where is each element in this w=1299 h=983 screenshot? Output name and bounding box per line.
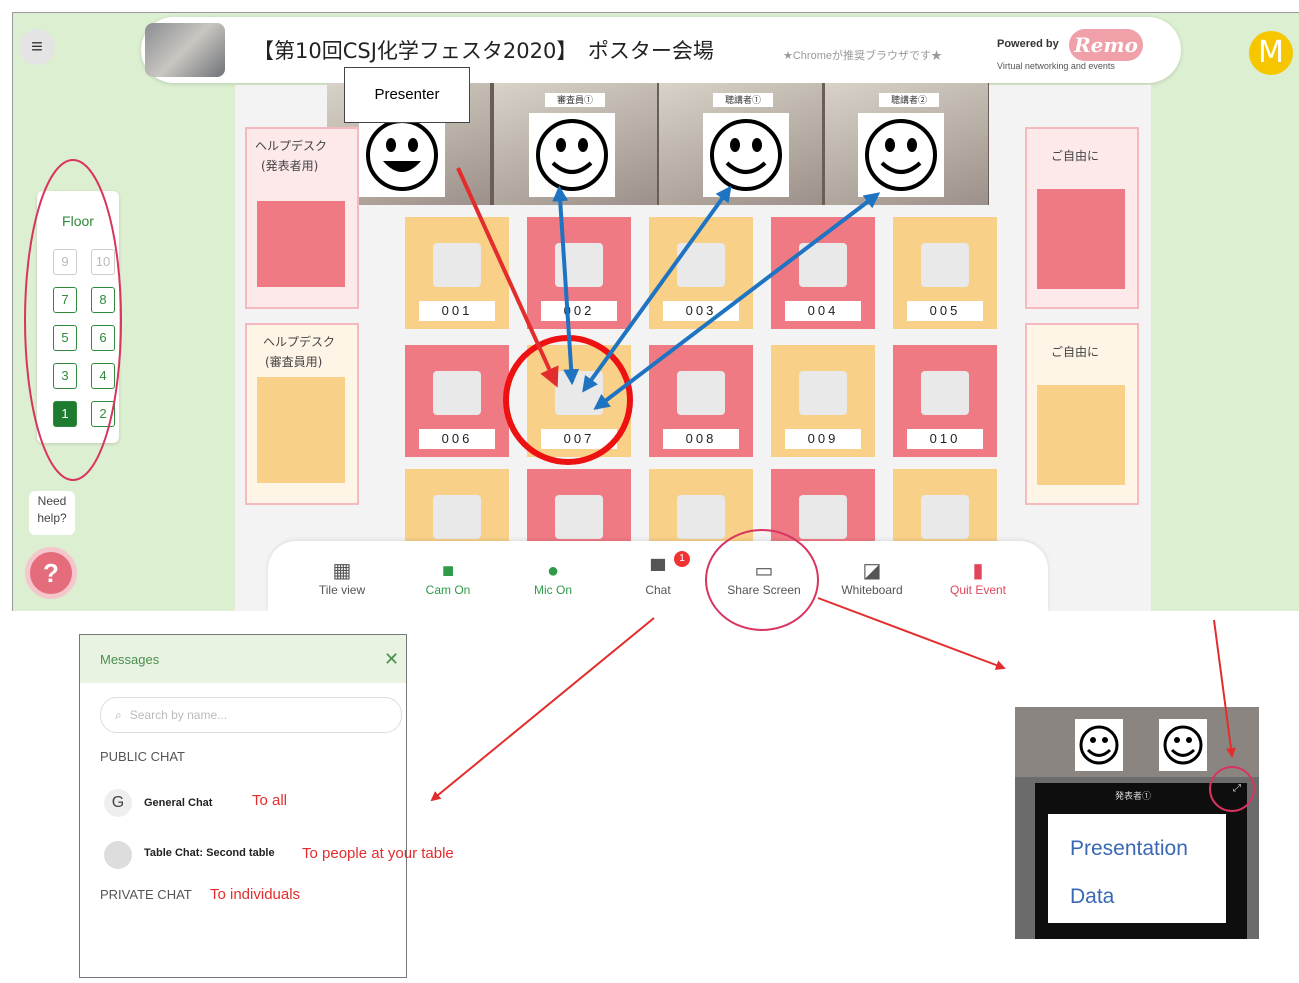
share-highlight-circle <box>705 529 819 631</box>
floor-highlight-circle <box>24 159 122 481</box>
fullscreen-arrow <box>1213 619 1236 758</box>
presenter-arrow <box>456 167 559 388</box>
chat-arrow <box>430 617 655 802</box>
listener-arrow-2 <box>593 192 881 410</box>
listener-arrow-1 <box>582 185 732 393</box>
annotation-overlay <box>24 159 1255 812</box>
table-highlight-circle <box>503 335 633 465</box>
judge-arrow <box>552 185 580 386</box>
share-arrow <box>817 597 1006 670</box>
fullscreen-highlight-circle <box>1209 766 1255 812</box>
